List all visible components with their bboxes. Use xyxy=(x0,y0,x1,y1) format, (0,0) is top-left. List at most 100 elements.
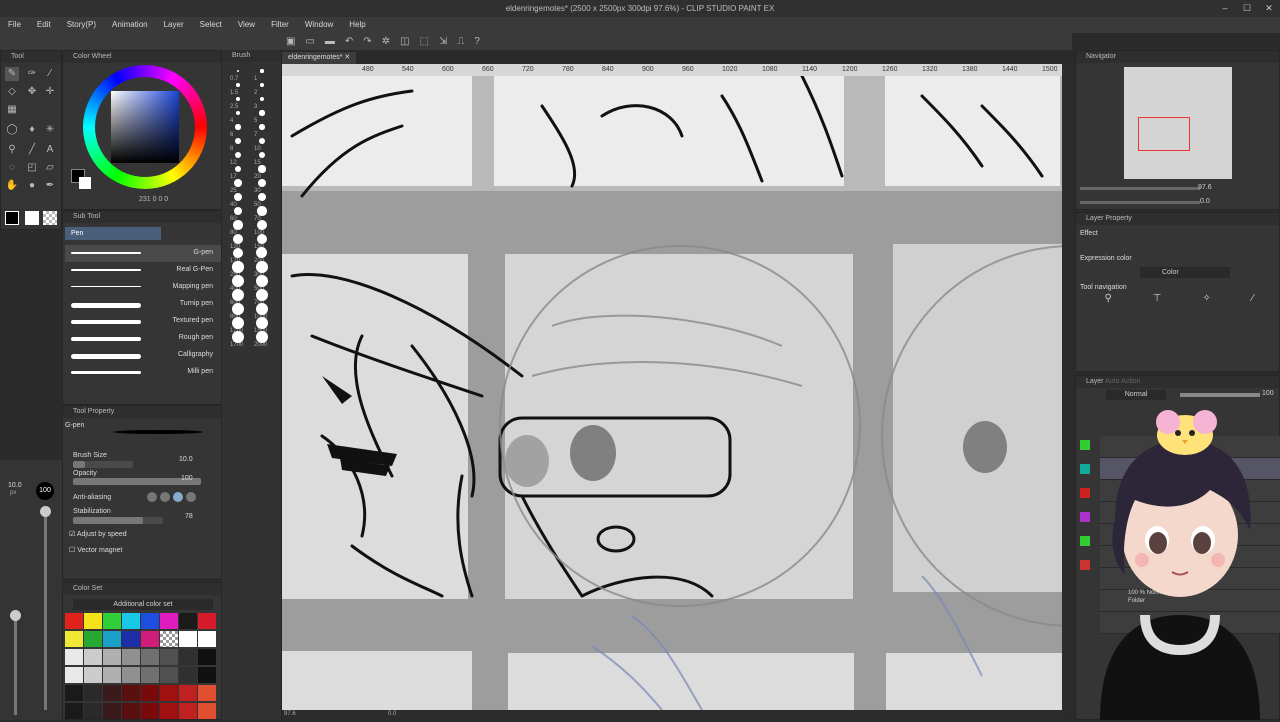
color-swatch[interactable] xyxy=(160,685,178,701)
color-swatch[interactable] xyxy=(141,613,159,629)
ruler-snap-icon[interactable]: ⎍ xyxy=(457,36,464,47)
subtool-g-pen[interactable]: G-pen xyxy=(65,245,221,262)
subtool-rough-pen[interactable]: Rough pen xyxy=(65,330,221,347)
brush-size-option[interactable] xyxy=(258,179,266,187)
color-swatch[interactable] xyxy=(103,685,121,701)
subtool-textured-pen[interactable]: Textured pen xyxy=(65,313,221,330)
brush-size-option[interactable] xyxy=(232,233,244,245)
brush-size-option[interactable] xyxy=(256,317,268,329)
brush-size-option[interactable] xyxy=(260,69,264,73)
document-tab[interactable]: eldenringemotes* ✕ xyxy=(282,52,357,64)
blend-mode-dropdown[interactable]: Normal xyxy=(1106,390,1166,400)
color-swatch[interactable] xyxy=(198,613,216,629)
gradient-icon[interactable]: ✳ xyxy=(43,123,57,137)
brush-size-option[interactable] xyxy=(236,83,240,87)
color-swatch[interactable] xyxy=(141,631,159,647)
brush-size-option[interactable] xyxy=(233,206,243,216)
close-icon[interactable]: ✕ xyxy=(1258,0,1280,17)
undo-icon[interactable]: ↶ xyxy=(345,36,353,47)
color-swatch[interactable] xyxy=(84,685,102,701)
hand-icon[interactable]: ✋ xyxy=(5,179,19,193)
nav-layer-icon[interactable]: ⊤ xyxy=(1153,293,1162,307)
brush-size-option[interactable] xyxy=(258,151,266,159)
drawing-canvas[interactable] xyxy=(282,76,1062,710)
menu-file[interactable]: File xyxy=(0,17,29,33)
brush-size-option[interactable] xyxy=(235,138,241,144)
color-swatch[interactable] xyxy=(198,631,216,647)
brush-size-option[interactable] xyxy=(236,69,240,73)
ruler-icon[interactable]: ▱ xyxy=(43,161,57,175)
color-swatch[interactable] xyxy=(84,667,102,683)
brush-size-option[interactable] xyxy=(257,220,267,230)
color-swatch[interactable] xyxy=(160,649,178,665)
navigator-viewport[interactable] xyxy=(1138,117,1190,151)
brush-tool-icon[interactable]: ✑ xyxy=(25,67,39,81)
color-swatch[interactable] xyxy=(122,703,140,719)
brush-size-option[interactable] xyxy=(235,124,241,130)
eyedropper-icon[interactable]: ⁄ xyxy=(43,67,57,81)
color-swatch[interactable] xyxy=(103,703,121,719)
color-swatch[interactable] xyxy=(122,685,140,701)
sub-tool-group-pen[interactable]: Pen xyxy=(65,227,161,240)
brush-size-option[interactable] xyxy=(232,331,244,343)
saturation-value-box[interactable] xyxy=(111,91,179,163)
status-zoom[interactable]: 97.6 xyxy=(284,711,296,717)
fill-icon[interactable]: ♦ xyxy=(25,123,39,137)
sub-color-swatch[interactable] xyxy=(25,211,39,225)
help-icon[interactable]: ? xyxy=(474,36,480,47)
vertical-scrollbar[interactable] xyxy=(1062,64,1072,710)
brush-size-option[interactable] xyxy=(260,83,264,87)
save-icon[interactable]: ▬ xyxy=(325,36,335,47)
color-swatch[interactable] xyxy=(179,667,197,683)
brush-size-option[interactable] xyxy=(258,165,266,173)
status-angle[interactable]: 0.0 xyxy=(388,711,396,717)
transparent-swatch[interactable] xyxy=(43,211,57,225)
layer-opacity-slider[interactable] xyxy=(1180,393,1260,397)
subtool-turnip-pen[interactable]: Turnip pen xyxy=(65,296,221,313)
opacity-value[interactable]: 100 xyxy=(181,475,193,482)
menu-window[interactable]: Window xyxy=(297,17,341,33)
nav-search-icon[interactable]: ⚲ xyxy=(1104,293,1111,307)
layer-move-icon[interactable]: ▦ xyxy=(5,103,19,117)
color-swatch[interactable] xyxy=(84,703,102,719)
cw-sub-color[interactable] xyxy=(79,177,91,189)
pen-tool-icon[interactable]: ✎ xyxy=(5,67,19,81)
brush-size-option[interactable] xyxy=(232,317,244,329)
color-swatch[interactable] xyxy=(141,703,159,719)
transform-icon[interactable]: ⬚ xyxy=(420,36,429,47)
nav-zoom-value[interactable]: 97.6 xyxy=(1198,184,1212,191)
color-swatch[interactable] xyxy=(65,613,83,629)
color-swatch[interactable] xyxy=(84,631,102,647)
color-swatch[interactable] xyxy=(65,667,83,683)
frame-icon[interactable]: ◰ xyxy=(25,161,39,175)
redo-icon[interactable]: ↷ xyxy=(363,36,371,47)
color-swatch[interactable] xyxy=(179,649,197,665)
menu-layer[interactable]: Layer xyxy=(156,17,192,33)
color-swatch[interactable] xyxy=(198,703,216,719)
color-swatch[interactable] xyxy=(122,631,140,647)
menu-filter[interactable]: Filter xyxy=(263,17,297,33)
nav-fill-icon[interactable]: ✧ xyxy=(1202,293,1210,307)
stabilization-value[interactable]: 78 xyxy=(185,513,193,520)
vector-magnet-checkbox[interactable]: ☐ Vector magnet xyxy=(69,546,122,554)
nav-brush-icon[interactable]: ⁄ xyxy=(1252,293,1254,307)
brush-size-option[interactable] xyxy=(232,275,244,287)
brush-size-option[interactable] xyxy=(256,275,268,287)
move-icon[interactable]: ✥ xyxy=(25,85,39,99)
layer-opacity-value[interactable]: 100 xyxy=(1262,390,1274,397)
opacity-value[interactable]: 100 xyxy=(36,482,54,500)
color-swatch[interactable] xyxy=(179,685,197,701)
color-swatch[interactable] xyxy=(103,667,121,683)
brush-size-option[interactable] xyxy=(235,96,241,102)
subtool-milli-pen[interactable]: Milli pen xyxy=(65,364,221,381)
opacity-slider-knob[interactable] xyxy=(40,506,51,517)
color-swatch[interactable] xyxy=(65,685,83,701)
brush-size-option[interactable] xyxy=(256,247,268,259)
color-swatch[interactable] xyxy=(198,649,216,665)
anti-aliasing-options[interactable] xyxy=(147,492,196,502)
main-color-swatch[interactable] xyxy=(5,211,19,225)
color-swatch[interactable] xyxy=(122,613,140,629)
subtool-real-g-pen[interactable]: Real G-Pen xyxy=(65,262,221,279)
brush-size-option[interactable] xyxy=(233,192,243,202)
brush-size-option[interactable] xyxy=(256,233,268,245)
